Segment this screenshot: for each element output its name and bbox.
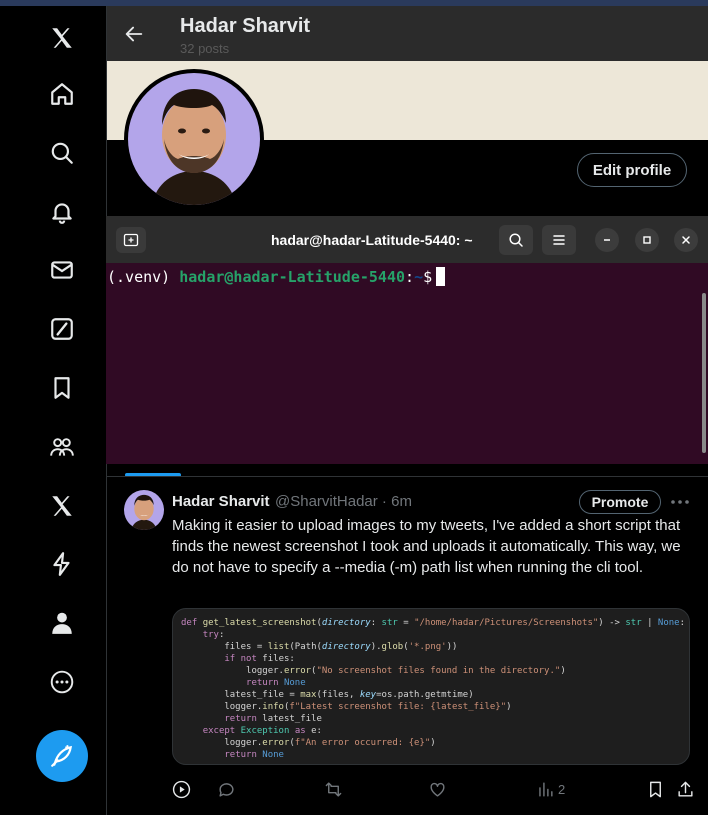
tabs-divider	[107, 476, 708, 477]
code-line: except Exception as e:	[202, 726, 322, 736]
home-icon[interactable]	[44, 76, 80, 112]
post-button[interactable]	[36, 730, 88, 782]
code-line: logger.info(f"Latest screenshot file: {l…	[181, 702, 512, 712]
reply-button[interactable]	[217, 778, 236, 800]
tweet-avatar[interactable]	[124, 490, 164, 530]
terminal-titlebar[interactable]: hadar@hadar-Latitude-5440: ~	[106, 216, 708, 263]
feather-icon	[51, 745, 72, 767]
prompt-symbol: $	[423, 268, 433, 286]
hamburger-icon	[553, 235, 565, 245]
terminal-scrollbar[interactable]	[701, 263, 708, 464]
analytics-icon	[539, 781, 553, 797]
bookmark-icon[interactable]	[44, 370, 80, 406]
code-line: files = list(Path(directory).glob('*.png…	[181, 642, 458, 652]
reply-icon	[219, 782, 234, 797]
minimize-icon	[604, 239, 610, 241]
close-button[interactable]	[674, 228, 698, 252]
maximize-icon	[643, 236, 651, 244]
tweet-author-name[interactable]: Hadar Sharvit	[172, 493, 270, 510]
avatar-portrait-icon	[152, 89, 236, 205]
prompt-path: ~	[414, 268, 424, 286]
terminal-scrollbar-thumb[interactable]	[702, 293, 706, 453]
code-line: try:	[202, 630, 225, 640]
premium-x-icon[interactable]	[44, 488, 80, 524]
tweet-author-handle[interactable]: @SharvitHadar · 6m	[275, 493, 412, 510]
repost-button[interactable]	[324, 778, 343, 800]
minimize-button[interactable]	[595, 228, 619, 252]
search-icon	[509, 233, 523, 247]
more-horizontal-icon[interactable]	[669, 494, 691, 510]
profile-header: Hadar Sharvit 32 posts	[107, 6, 708, 61]
header-post-count: 32 posts	[180, 41, 230, 56]
views-button[interactable]: 2	[536, 778, 565, 800]
tweet-code-image[interactable]: def get_latest_screenshot(directory: str…	[172, 608, 690, 765]
bell-icon[interactable]	[44, 194, 80, 230]
new-tab-button[interactable]	[116, 227, 146, 253]
code-line: return latest_file	[224, 714, 322, 724]
close-icon	[682, 236, 690, 244]
terminal-prompt-line: (.venv) hadar@hadar-Latitude-5440:~$	[107, 267, 446, 286]
lightning-icon[interactable]	[44, 546, 80, 582]
prompt-user: hadar@hadar-Latitude-5440	[179, 268, 406, 286]
terminal-menu-button[interactable]	[542, 225, 576, 255]
prompt-env: (.venv)	[107, 268, 180, 286]
heart-icon	[430, 782, 445, 797]
search-icon[interactable]	[44, 135, 80, 171]
tweet-actions: 2	[172, 778, 697, 800]
bookmark-icon	[650, 781, 661, 797]
new-tab-icon	[123, 233, 139, 247]
code-line: if not files:	[224, 654, 295, 664]
code-line: latest_file = max(files, key=os.path.get…	[181, 690, 474, 700]
terminal-body[interactable]: (.venv) hadar@hadar-Latitude-5440:~$	[106, 263, 701, 464]
tweet-text: Making it easier to upload images to my …	[172, 517, 681, 576]
edit-profile-button[interactable]: Edit profile	[577, 153, 687, 187]
prompt-separator: :	[405, 268, 415, 286]
profile-icon[interactable]	[44, 605, 80, 641]
terminal-search-button[interactable]	[499, 225, 533, 255]
code-line: return None	[224, 750, 284, 760]
code-line: logger.error(f"An error occurred: {e}")	[181, 738, 436, 748]
code-line: return None	[246, 678, 306, 688]
share-button[interactable]	[676, 778, 695, 800]
terminal-title: hadar@hadar-Latitude-5440: ~	[271, 232, 473, 248]
share-icon	[678, 781, 693, 797]
header-name: Hadar Sharvit	[180, 15, 311, 37]
bookmark-button[interactable]	[646, 778, 665, 800]
back-arrow-icon[interactable]	[123, 23, 145, 45]
views-count: 2	[558, 781, 566, 797]
profile-avatar[interactable]	[124, 69, 264, 209]
more-circle-icon[interactable]	[44, 664, 80, 700]
terminal-cursor	[436, 267, 446, 286]
promote-button[interactable]: Promote	[579, 490, 661, 514]
x-logo-icon[interactable]	[44, 20, 80, 56]
communities-icon[interactable]	[44, 429, 80, 465]
play-circle-icon	[172, 780, 191, 798]
grok-icon[interactable]	[44, 311, 80, 347]
maximize-button[interactable]	[635, 228, 659, 252]
code-snippet: def get_latest_screenshot(directory: str…	[181, 617, 685, 761]
avatar-portrait-icon	[131, 494, 157, 530]
play-button[interactable]	[172, 778, 191, 800]
terminal-window[interactable]: hadar@hadar-Latitude-5440: ~ (.venv) had…	[106, 216, 708, 464]
like-button[interactable]	[428, 778, 447, 800]
code-line: def get_latest_screenshot(directory: str…	[181, 618, 686, 628]
mail-icon[interactable]	[44, 252, 80, 288]
sidebar-nav	[0, 6, 106, 815]
code-line: logger.error("No screenshot files found …	[181, 666, 566, 676]
repost-icon	[325, 781, 342, 797]
